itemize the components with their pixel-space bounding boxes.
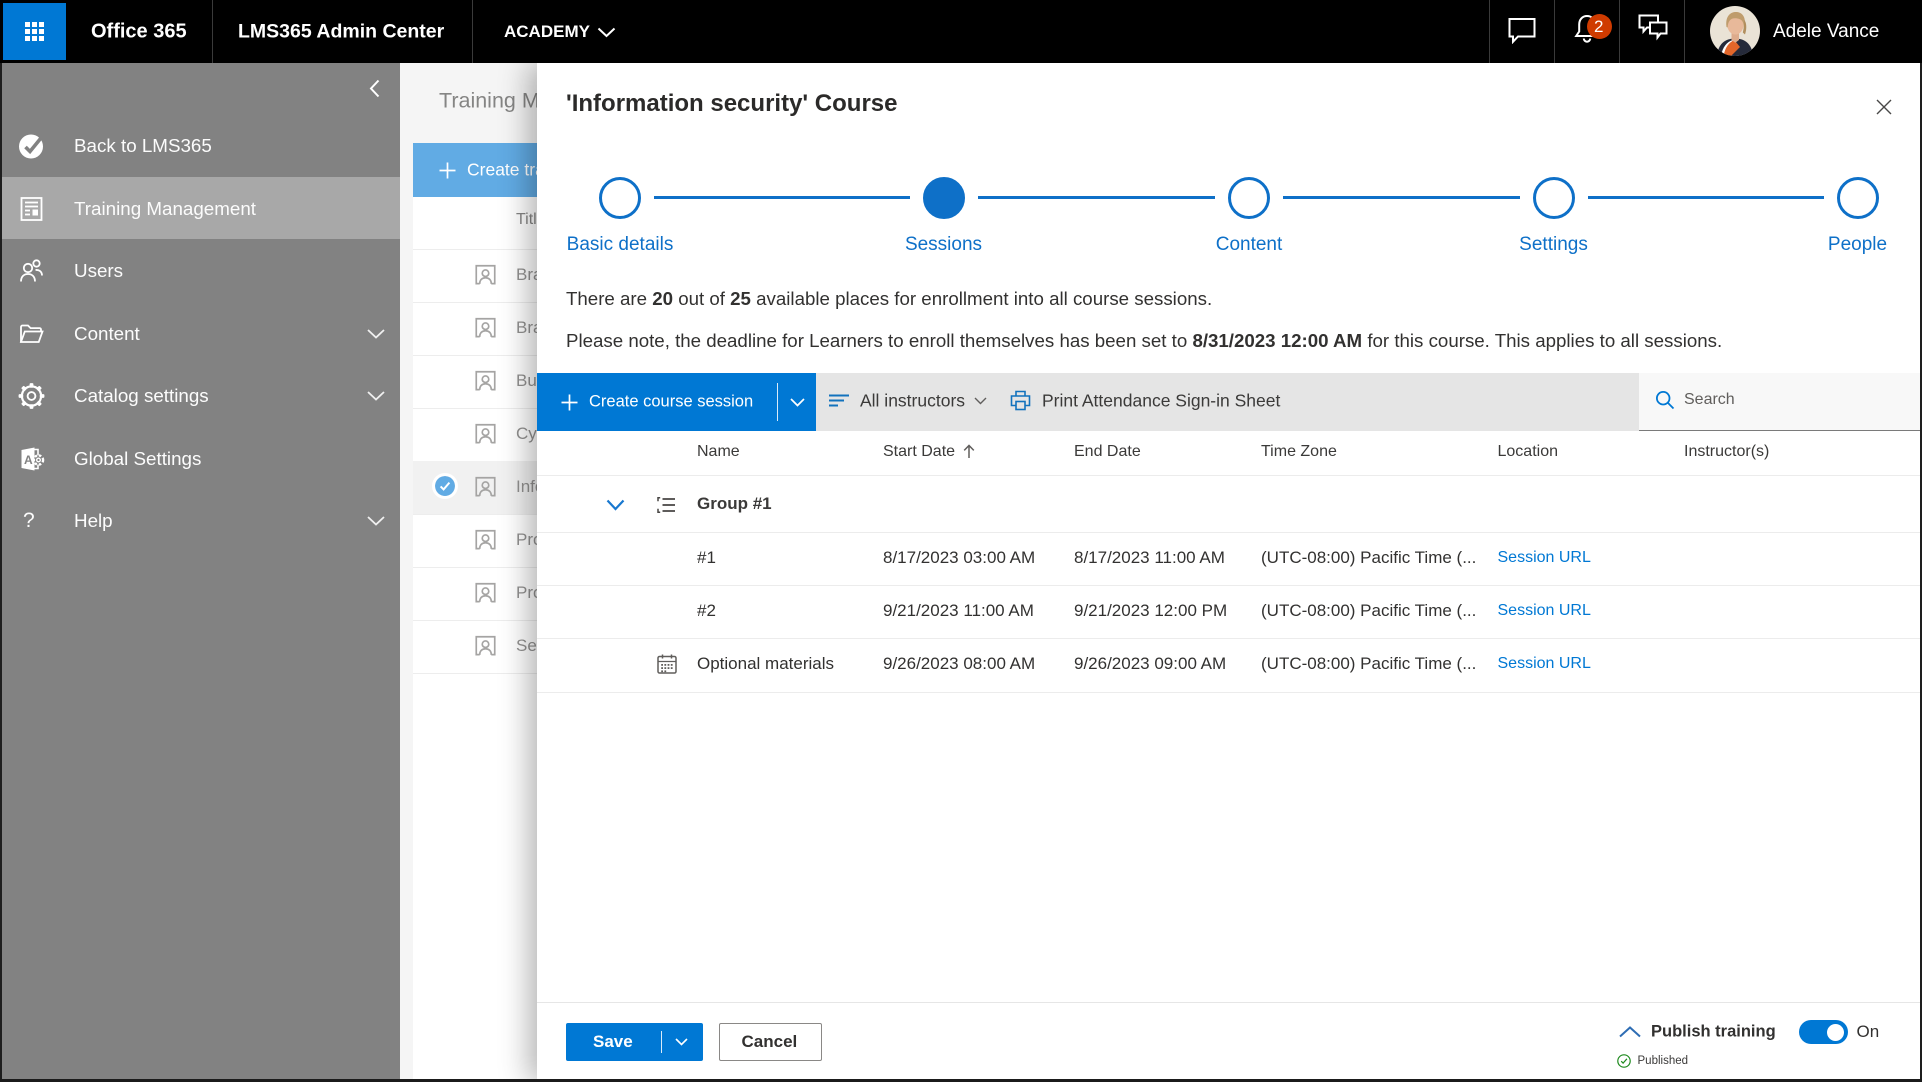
svg-text:A: A [24,453,33,467]
